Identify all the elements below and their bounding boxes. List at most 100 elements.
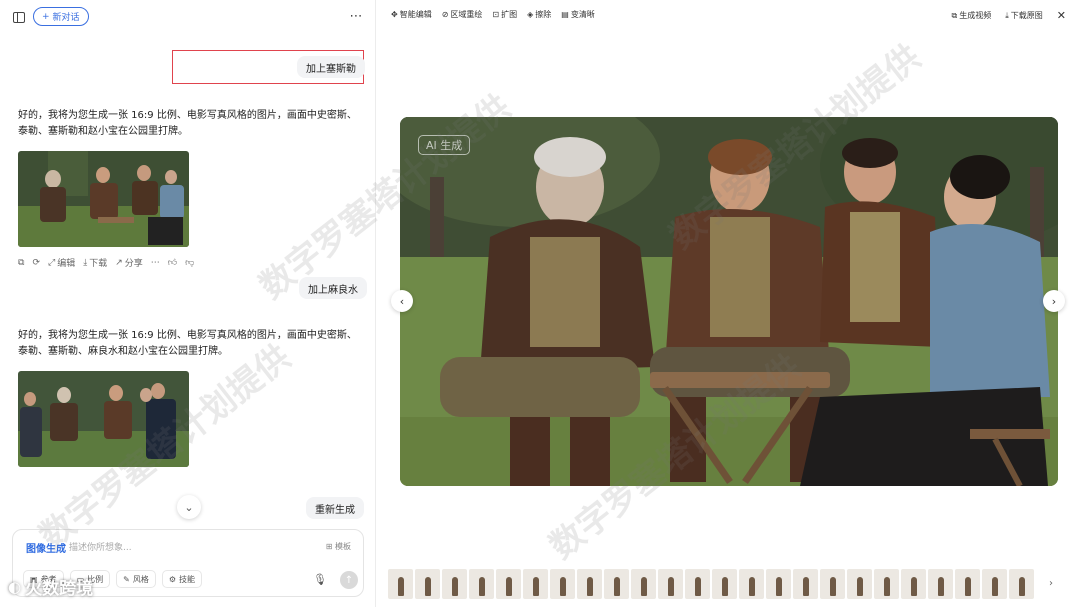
model-selector[interactable]: ⊞ 模板 — [326, 541, 351, 552]
thumbnail-strip — [388, 569, 1048, 599]
arrow-up-icon: ↑ — [344, 574, 354, 586]
new-chat-button[interactable]: + 新对话 — [33, 7, 89, 26]
chip-label: 风格 — [132, 574, 149, 584]
filmstrip-thumb[interactable] — [982, 569, 1007, 599]
filmstrip-thumb[interactable] — [739, 569, 764, 599]
refresh-icon[interactable]: ⟳ — [32, 258, 40, 268]
filmstrip-thumb[interactable] — [469, 569, 494, 599]
sidebar-toggle-icon[interactable] — [12, 10, 26, 24]
filmstrip-thumb[interactable] — [388, 569, 413, 599]
image-viewer: ✥ 智能编辑 ⊘ 区域重绘 ⊡ 扩图 ◈ 擦除 ▤ 变清晰 ⧉ 生成视频 ⤓ 下载原图 ✕ — [377, 0, 1080, 607]
brand-icon: ◐ — [8, 577, 22, 596]
viewer-actions: ⧉ 生成视频 ⤓ 下载原图 ✕ — [952, 9, 1066, 22]
generated-thumbnail-2[interactable] — [18, 371, 189, 467]
plus-icon: + — [42, 11, 50, 22]
download-icon: ⤓ — [1005, 10, 1009, 20]
close-icon[interactable]: ✕ — [1057, 9, 1066, 22]
filmstrip-thumb[interactable] — [496, 569, 521, 599]
download-label: 下载 — [89, 259, 108, 269]
chip-style[interactable]: ✎ 风格 — [116, 570, 156, 588]
filmstrip-thumb[interactable] — [658, 569, 683, 599]
chevron-right-icon: › — [1051, 294, 1057, 308]
next-image-button[interactable]: › — [1043, 290, 1065, 312]
chat-panel: + 新对话 ⋯ 加上塞斯勒 好的，我将为您生成一张 16:9 比例、电影写真风格… — [0, 0, 376, 607]
edit-toolbar: ✥ 智能编辑 ⊘ 区域重绘 ⊡ 扩图 ◈ 擦除 ▤ 变清晰 — [391, 9, 595, 20]
thumbs-up-icon[interactable]: 👍︎ — [168, 258, 177, 268]
download-icon: ⤓ — [83, 257, 88, 268]
filmstrip-thumb[interactable] — [820, 569, 845, 599]
main-generated-image[interactable]: AI 生成 — [400, 117, 1058, 486]
model-label: 模板 — [335, 542, 351, 551]
filmstrip-thumb[interactable] — [766, 569, 791, 599]
filmstrip-thumb[interactable] — [901, 569, 926, 599]
edit-label: 编辑 — [57, 259, 76, 269]
ai-message-2: 好的，我将为您生成一张 16:9 比例、电影写真风格的图片，画面中史密斯、泰勒、… — [18, 330, 357, 357]
inpaint-button[interactable]: ⊘ 区域重绘 — [442, 9, 483, 20]
magic-icon: ✥ — [391, 10, 398, 19]
copy-icon[interactable]: ⧉ — [18, 258, 24, 268]
filmstrip-thumb[interactable] — [442, 569, 467, 599]
hd-icon: ▤ — [561, 10, 569, 19]
tool-label: 擦除 — [535, 10, 552, 19]
send-button[interactable]: ↑ — [340, 571, 358, 589]
filmstrip-next-icon[interactable]: › — [1049, 578, 1053, 589]
filmstrip-thumb[interactable] — [550, 569, 575, 599]
palette-icon: ✎ — [123, 574, 130, 584]
filmstrip-thumb[interactable] — [577, 569, 602, 599]
expand-button[interactable]: ⊡ 扩图 — [492, 9, 517, 20]
thumbs-down-icon[interactable]: 👎︎ — [185, 258, 194, 268]
filmstrip-thumb[interactable] — [523, 569, 548, 599]
user-message-2: 加上麻良水 — [299, 277, 367, 299]
filmstrip-thumb[interactable] — [847, 569, 872, 599]
brush-icon: ⊘ — [441, 10, 449, 19]
video-icon: ⧉ — [951, 10, 958, 20]
ai-generated-badge: AI 生成 — [418, 135, 471, 155]
tool-label: 变清晰 — [570, 10, 595, 19]
tool-label: 智能编辑 — [399, 10, 432, 19]
user-message-1: 加上塞斯勒 — [297, 56, 365, 78]
regenerate-button[interactable]: 重新生成 — [306, 497, 364, 519]
chip-skill[interactable]: ⚙ 技能 — [161, 570, 202, 588]
tool-label: 生成视频 — [959, 11, 992, 20]
filmstrip-thumb[interactable] — [712, 569, 737, 599]
chip-label: 技能 — [179, 574, 195, 584]
new-chat-label: 新对话 — [52, 13, 80, 23]
edit-icon: ⤢ — [47, 257, 56, 268]
filmstrip-thumb[interactable] — [1009, 569, 1034, 599]
edit-button[interactable]: ⤢ 编辑 — [47, 256, 76, 270]
filmstrip-thumb[interactable] — [415, 569, 440, 599]
share-label: 分享 — [124, 259, 143, 269]
filmstrip-thumb[interactable] — [685, 569, 710, 599]
filmstrip-thumb[interactable] — [928, 569, 953, 599]
filmstrip-thumb[interactable] — [955, 569, 980, 599]
tool-label: 区域重绘 — [450, 10, 483, 19]
brand-logo: ◐ 火数跨境 — [8, 574, 93, 600]
smart-edit-button[interactable]: ✥ 智能编辑 — [391, 9, 432, 20]
tool-label: 下载原图 — [1010, 11, 1043, 20]
eraser-icon: ◈ — [527, 10, 534, 19]
more-icon[interactable]: ⋯ — [348, 9, 364, 24]
filmstrip-thumb[interactable] — [604, 569, 629, 599]
share-button[interactable]: ↗ 分享 — [115, 256, 143, 270]
erase-button[interactable]: ◈ 擦除 — [527, 9, 551, 20]
enhance-button[interactable]: ▤ 变清晰 — [561, 9, 595, 20]
download-button[interactable]: ⤓ 下载 — [83, 256, 108, 270]
scroll-down-button[interactable]: ⌄ — [177, 495, 201, 519]
chevron-down-icon: ⌄ — [184, 500, 194, 514]
message-actions: ⧉ ⟳ ⤢ 编辑 ⤓ 下载 ↗ 分享 ⋯ 👍︎ 👎︎ — [18, 256, 194, 270]
tool-label: 扩图 — [501, 10, 518, 19]
more-actions-icon[interactable]: ⋯ — [151, 258, 160, 268]
generated-thumbnail-1[interactable] — [18, 151, 189, 247]
mode-label[interactable]: 图像生成 — [26, 540, 66, 555]
filmstrip-thumb[interactable] — [631, 569, 656, 599]
skill-icon: ⚙ — [168, 574, 176, 584]
template-icon: ⊞ — [325, 542, 335, 551]
ai-message-1: 好的，我将为您生成一张 16:9 比例、电影写真风格的图片，画面中史密斯、泰勒、… — [18, 110, 357, 137]
filmstrip-thumb[interactable] — [874, 569, 899, 599]
download-original-button[interactable]: ⤓ 下载原图 — [1005, 10, 1043, 21]
filmstrip-thumb[interactable] — [793, 569, 818, 599]
previous-image-button[interactable]: ‹ — [391, 290, 413, 312]
generate-video-button[interactable]: ⧉ 生成视频 — [952, 10, 992, 21]
prompt-input[interactable]: 描述你所想象... — [69, 540, 132, 553]
microphone-icon[interactable]: 🎙︎ — [313, 573, 327, 586]
